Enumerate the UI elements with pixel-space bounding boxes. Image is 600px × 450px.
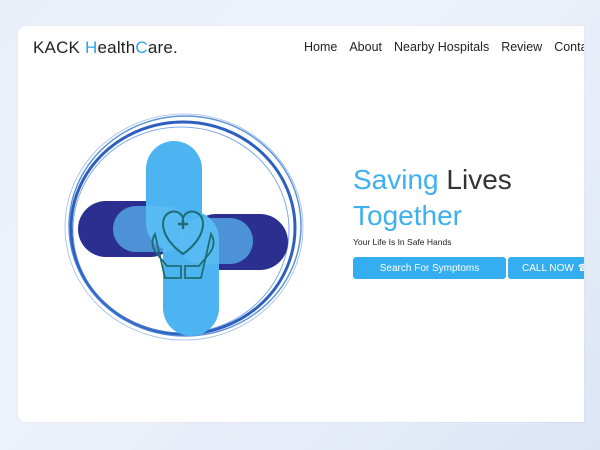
brand-text-accent: C	[135, 38, 148, 57]
hero-headline: Saving Lives Together	[353, 162, 512, 234]
page-card: KACK HealthCare. Home About Nearby Hospi…	[18, 26, 584, 422]
brand-text-part: KACK	[33, 38, 86, 57]
navbar: KACK HealthCare. Home About Nearby Hospi…	[18, 26, 584, 68]
nav-link-contact[interactable]: Contact	[554, 40, 584, 54]
medical-cross-heart-hands-icon	[64, 113, 304, 341]
call-now-label: CALL NOW	[522, 262, 574, 274]
search-symptoms-button[interactable]: Search For Symptoms	[353, 257, 506, 279]
nav-link-nearby-hospitals[interactable]: Nearby Hospitals	[394, 40, 489, 54]
search-symptoms-label: Search For Symptoms	[379, 262, 480, 274]
nav-menu: Home About Nearby Hospitals Review Conta…	[304, 40, 584, 54]
nav-link-about[interactable]: About	[349, 40, 382, 54]
brand-text-accent: H	[85, 38, 98, 57]
nav-link-review[interactable]: Review	[501, 40, 542, 54]
headline-word: Lives	[446, 164, 512, 195]
phone-icon: ☎	[578, 263, 584, 274]
brand-text-part: are.	[147, 38, 178, 57]
brand-text-part: ealth	[97, 38, 136, 57]
brand-logo[interactable]: KACK HealthCare.	[33, 38, 178, 58]
headline-word: Saving	[353, 164, 439, 195]
headline-word: Together	[353, 200, 462, 231]
hero-tagline: Your Life Is In Safe Hands	[353, 237, 452, 247]
call-now-button[interactable]: CALL NOW ☎	[508, 257, 584, 279]
nav-link-home[interactable]: Home	[304, 40, 337, 54]
